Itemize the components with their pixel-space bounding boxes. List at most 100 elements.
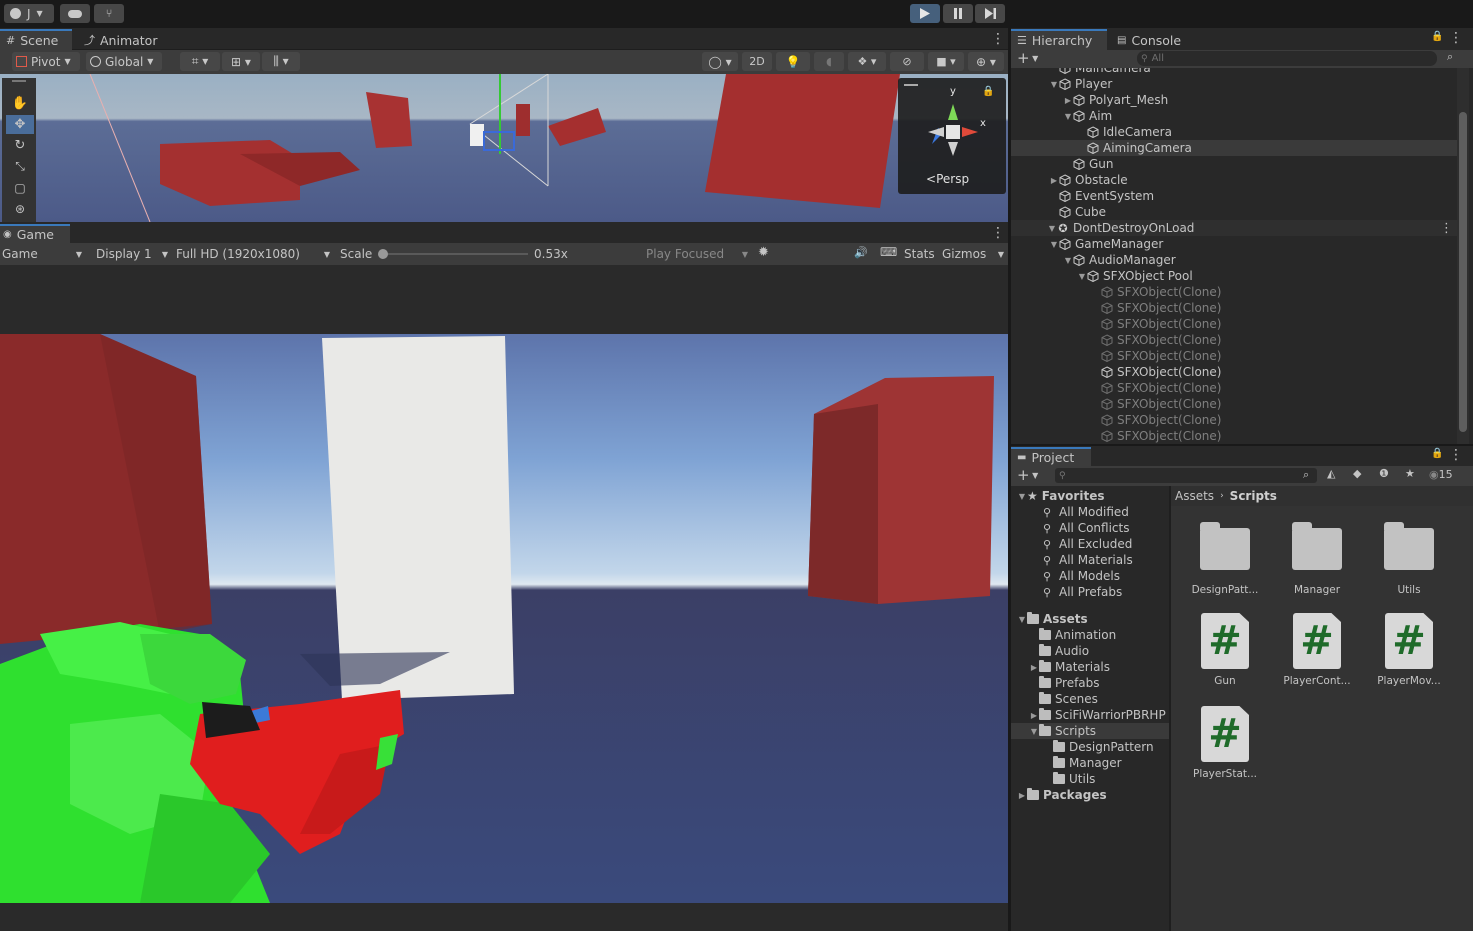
tab-scene[interactable]: # Scene (0, 29, 72, 50)
align-button[interactable]: ⫼ ▾ (262, 52, 300, 71)
rect-tool[interactable]: ▢ (6, 178, 34, 197)
expand-arrow-right-icon[interactable]: ▶ (1049, 176, 1059, 185)
expand-arrow-down-icon[interactable]: ▼ (1063, 256, 1073, 265)
hierarchy-item[interactable]: ▼ ✪ DontDestroyOnLoad ⋮ (1011, 220, 1459, 236)
tab-console[interactable]: ▤ Console (1111, 30, 1191, 50)
asset-script[interactable]: # PlayerStat... (1183, 706, 1267, 780)
expand-arrow-down-icon[interactable]: ▼ (1049, 240, 1059, 249)
tab-project[interactable]: ▬ Project (1011, 447, 1091, 466)
favorite-item[interactable]: ⚲ All Prefabs (1011, 584, 1169, 600)
more-options-icon[interactable]: ⋮ (991, 31, 1005, 47)
folder-item[interactable]: DesignPattern (1011, 739, 1169, 755)
filter-label-icon[interactable]: ◆ (1353, 467, 1361, 480)
filter-type-icon[interactable]: ◭ (1327, 467, 1335, 480)
cloud-button[interactable] (60, 4, 90, 23)
gizmo-menu-icon[interactable] (904, 84, 918, 86)
packages-header[interactable]: ▶ Packages (1011, 787, 1169, 803)
game-viewport[interactable] (0, 334, 1008, 903)
expand-arrow-icon[interactable]: ▶ (1029, 663, 1039, 672)
hierarchy-item[interactable]: MainCamera (1011, 68, 1459, 76)
hierarchy-search-input[interactable]: ⚲ All (1137, 51, 1437, 66)
assets-header[interactable]: ▼ Assets (1011, 611, 1169, 627)
step-button[interactable] (975, 4, 1005, 23)
folder-item[interactable]: ▶ Materials (1011, 659, 1169, 675)
hierarchy-item[interactable]: ▶ Polyart_Mesh (1011, 92, 1459, 108)
lighting-toggle[interactable]: 💡 (776, 52, 810, 71)
more-options-icon[interactable]: ⋮ (1440, 221, 1453, 236)
hierarchy-item[interactable]: ▼ GameManager (1011, 236, 1459, 252)
hidden-toggle[interactable]: ⊘ (890, 52, 924, 71)
camera-dropdown[interactable]: ■ ▾ (928, 52, 964, 71)
hierarchy-item[interactable]: AimingCamera (1011, 140, 1459, 156)
hierarchy-item[interactable]: ▼ SFXObject Pool (1011, 268, 1459, 284)
audio-toggle[interactable]: ◖ (814, 52, 844, 71)
transform-tool[interactable]: ⊛ (6, 199, 34, 218)
asset-folder[interactable]: Utils (1367, 520, 1451, 596)
expand-arrow-icon[interactable]: ▶ (1029, 711, 1039, 720)
move-tool[interactable]: ✥ (6, 115, 34, 134)
asset-folder[interactable]: DesignPatt... (1183, 520, 1267, 596)
hierarchy-item[interactable]: SFXObject(Clone) (1011, 316, 1459, 332)
pause-button[interactable] (943, 4, 973, 23)
hand-tool[interactable]: ✋ (6, 94, 34, 113)
pivot-dropdown[interactable]: Pivot ▼ (12, 52, 80, 71)
search-by-type-icon[interactable]: ⌕ (1303, 468, 1309, 482)
hierarchy-item[interactable]: ▶ Obstacle (1011, 172, 1459, 188)
create-button[interactable]: + ▼ (1017, 466, 1038, 484)
hierarchy-item[interactable]: Cube (1011, 204, 1459, 220)
search-options-icon[interactable]: ⌕ (1447, 50, 1453, 64)
favorite-item[interactable]: ⚲ All Materials (1011, 552, 1169, 568)
orientation-gizmo[interactable]: 🔒 y x <Persp (898, 78, 1006, 194)
2d-toggle[interactable]: 2D (742, 52, 772, 71)
hierarchy-item[interactable]: ▼ Aim (1011, 108, 1459, 124)
expand-arrow-down-icon[interactable]: ▼ (1017, 492, 1027, 501)
hierarchy-scrollbar[interactable] (1457, 68, 1469, 444)
folder-item[interactable]: Scenes (1011, 691, 1169, 707)
folder-item[interactable]: Prefabs (1011, 675, 1169, 691)
hierarchy-item[interactable]: SFXObject(Clone) (1011, 412, 1459, 428)
hierarchy-item[interactable]: SFXObject(Clone) (1011, 396, 1459, 412)
hierarchy-item[interactable]: SFXObject(Clone) (1011, 300, 1459, 316)
tab-hierarchy[interactable]: ☰ Hierarchy (1011, 29, 1107, 50)
mute-audio-icon[interactable]: 🔊 (854, 246, 868, 259)
expand-arrow-down-icon[interactable]: ▼ (1047, 224, 1057, 233)
folder-item[interactable]: Animation (1011, 627, 1169, 643)
project-search-input[interactable]: ⚲ (1055, 468, 1317, 483)
more-options-icon[interactable]: ⋮ (991, 225, 1005, 241)
hierarchy-item[interactable]: SFXObject(Clone) (1011, 332, 1459, 348)
hierarchy-item[interactable]: IdleCamera (1011, 124, 1459, 140)
asset-folder[interactable]: Manager (1275, 520, 1359, 596)
expand-arrow-right-icon[interactable]: ▶ (1017, 791, 1027, 800)
favorite-item[interactable]: ⚲ All Modified (1011, 504, 1169, 520)
hierarchy-item[interactable]: SFXObject(Clone) (1011, 428, 1459, 444)
scale-slider-thumb[interactable] (378, 249, 388, 259)
create-button[interactable]: + ▼ (1017, 49, 1038, 67)
hierarchy-item[interactable]: SFXObject(Clone) (1011, 284, 1459, 300)
expand-arrow-down-icon[interactable]: ▼ (1049, 80, 1059, 89)
favorite-item[interactable]: ⚲ All Conflicts (1011, 520, 1169, 536)
favorite-item[interactable]: ⚲ All Excluded (1011, 536, 1169, 552)
rotate-tool[interactable]: ↻ (6, 136, 34, 155)
expand-arrow-down-icon[interactable]: ▼ (1017, 615, 1027, 624)
favorite-item[interactable]: ⚲ All Models (1011, 568, 1169, 584)
hierarchy-item[interactable]: EventSystem (1011, 188, 1459, 204)
more-options-icon[interactable]: ⋮ (1449, 447, 1463, 463)
expand-arrow-down-icon[interactable]: ▼ (1063, 112, 1073, 121)
hierarchy-item[interactable]: ▼ AudioManager (1011, 252, 1459, 268)
display-dropdown[interactable]: Display 1 ▼ (96, 245, 170, 263)
asset-script[interactable]: # Gun (1183, 613, 1267, 687)
lock-icon[interactable]: 🔒 (1431, 448, 1443, 459)
game-view-dropdown[interactable]: Game ▼ (0, 245, 86, 263)
gizmos-dropdown[interactable]: ⊕ ▾ (968, 52, 1004, 71)
breadcrumb-scripts[interactable]: Scripts (1230, 489, 1277, 503)
hierarchy-item[interactable]: SFXObject(Clone) (1011, 364, 1459, 380)
folder-item[interactable]: Utils (1011, 771, 1169, 787)
scroll-thumb[interactable] (1459, 112, 1467, 432)
lock-icon[interactable]: 🔒 (1431, 31, 1443, 42)
play-mode-dropdown[interactable]: Play Focused ▼ (646, 245, 750, 263)
expand-arrow-icon[interactable]: ▼ (1029, 727, 1039, 736)
increment-snap-button[interactable]: ⊞ ▾ (222, 52, 260, 71)
asset-script[interactable]: # PlayerMov... (1367, 613, 1451, 687)
play-button[interactable] (910, 4, 940, 23)
favorites-header[interactable]: ▼ ★ Favorites (1011, 488, 1169, 504)
